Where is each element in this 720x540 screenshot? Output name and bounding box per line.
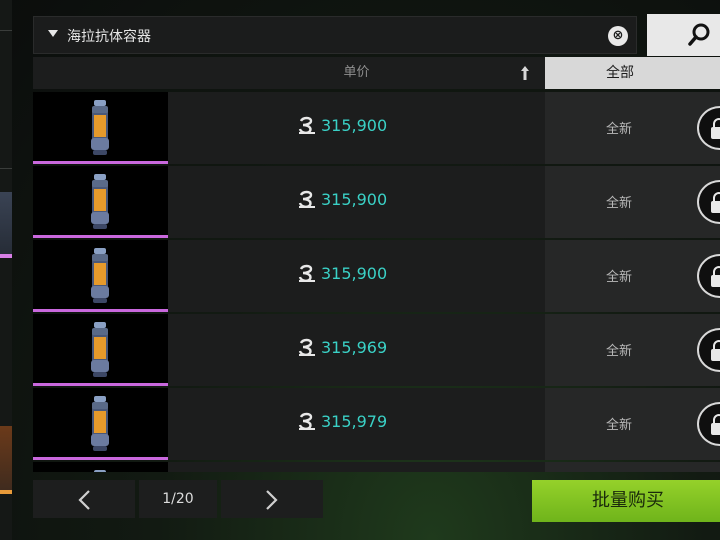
item-thumbnail [33,166,168,238]
price-cell [168,462,545,472]
canister-icon [91,322,109,377]
price-value: 315,979 [321,412,388,431]
price-value: 315,900 [321,264,388,283]
side-divider [0,30,12,31]
canister-icon [91,100,109,155]
search-icon [688,23,710,46]
condition-cell [545,462,720,472]
pagination: 1/20 [33,480,323,518]
price-value: 315,900 [321,190,388,209]
price-value: 315,969 [321,338,388,357]
page-indicator: 1/20 [139,480,217,518]
search-button[interactable] [647,14,720,56]
condition-label: 全新 [606,344,633,359]
side-divider [0,168,12,169]
lock-icon [711,118,720,139]
table-row[interactable]: 315,979 全新 [33,388,720,460]
coin-icon [298,412,315,430]
table-row[interactable]: 315,969 全新 [33,314,720,386]
condition-cell [545,166,720,238]
clear-icon[interactable]: ⊗ [608,26,628,46]
dropdown-caret-icon[interactable] [48,30,58,37]
condition-label: 全新 [606,418,633,433]
item-thumbnail [33,388,168,460]
coin-icon [298,190,315,208]
bulk-buy-button[interactable]: 批量购买 [532,480,720,522]
sort-icon[interactable] [518,64,532,82]
table-row[interactable] [33,462,720,472]
side-item-thumb[interactable] [0,192,12,258]
condition-label: 全新 [606,196,633,211]
next-page-button[interactable] [221,480,323,518]
condition-label: 全新 [606,122,633,137]
price-value: 315,900 [321,116,388,135]
chevron-left-icon [78,490,90,510]
coin-icon [298,116,315,134]
side-panel-edge [0,0,12,540]
condition-cell [545,92,720,164]
canister-icon [91,174,109,229]
item-thumbnail [33,240,168,312]
search-input[interactable]: 海拉抗体容器 ⊗ [33,16,637,54]
canister-icon [91,396,109,451]
lock-icon [711,414,720,435]
condition-filter-button[interactable]: 全部 [545,57,720,89]
prev-page-button[interactable] [33,480,135,518]
lock-icon [711,340,720,361]
item-thumbnail [33,462,168,472]
canister-icon [91,248,109,303]
table-row[interactable]: 315,900 全新 [33,240,720,312]
condition-cell [545,314,720,386]
price-column-header[interactable]: 单价 [168,57,545,89]
item-thumbnail [33,314,168,386]
table-row[interactable]: 315,900 全新 [33,92,720,164]
listing-table: 315,900 全新 315,900 全新 315,900 全新 315,969… [33,92,720,472]
side-item-thumb[interactable] [0,426,12,494]
condition-cell [545,240,720,312]
search-query: 海拉抗体容器 [67,29,151,45]
chevron-right-icon [266,490,278,510]
lock-icon [711,266,720,287]
table-row[interactable]: 315,900 全新 [33,166,720,238]
condition-label: 全新 [606,270,633,285]
coin-icon [298,264,315,282]
condition-cell [545,388,720,460]
listing-header: 单价 全部 [33,57,720,89]
item-thumbnail [33,92,168,164]
header-thumb-cell [33,57,168,89]
lock-icon [711,192,720,213]
filter-label: 全部 [606,65,634,81]
canister-icon [94,470,106,472]
coin-icon [298,338,315,356]
